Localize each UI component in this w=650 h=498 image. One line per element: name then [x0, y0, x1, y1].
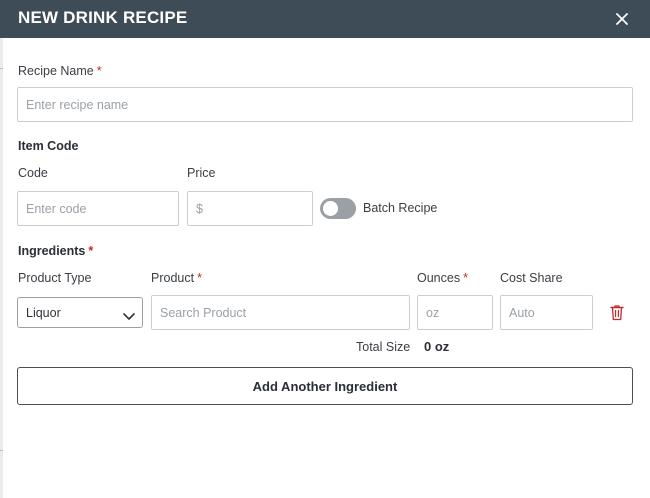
product-search-input[interactable] [151, 295, 410, 330]
total-size-value: 0 oz [424, 339, 450, 354]
close-icon[interactable] [612, 9, 632, 29]
new-drink-recipe-dialog: NEW DRINK RECIPE Recipe Name* Item Code … [0, 0, 650, 498]
code-input[interactable] [17, 191, 179, 226]
ounces-column-label: Ounces * [417, 271, 468, 285]
edge-divider [0, 68, 3, 69]
ingredients-heading: Ingredients * [18, 244, 93, 258]
product-column-label: Product * [151, 271, 202, 285]
ounces-input[interactable] [417, 295, 493, 330]
batch-recipe-toggle[interactable] [320, 198, 356, 219]
total-size-label: Total Size [356, 340, 411, 354]
required-mark: * [96, 64, 102, 78]
recipe-name-label: Recipe Name * [18, 64, 102, 78]
product-type-value: Liquor [26, 306, 61, 320]
chevron-down-icon [123, 308, 135, 326]
cost-share-column-label: Cost Share [500, 271, 563, 285]
product-column-label-text: Product [151, 271, 195, 285]
recipe-name-label-text: Recipe Name [18, 64, 94, 78]
required-mark: * [197, 271, 202, 285]
price-input[interactable] [187, 191, 313, 226]
cost-share-input[interactable] [500, 295, 593, 330]
dialog-header: NEW DRINK RECIPE [0, 0, 650, 38]
product-type-select[interactable]: Liquor [17, 297, 143, 328]
toggle-knob [323, 201, 338, 216]
add-ingredient-button[interactable]: Add Another Ingredient [17, 367, 633, 405]
price-label: Price [187, 166, 216, 180]
code-label: Code [18, 166, 48, 180]
dialog-title: NEW DRINK RECIPE [18, 8, 188, 27]
recipe-name-input[interactable] [17, 87, 633, 122]
batch-recipe-label: Batch Recipe [363, 201, 438, 215]
edge-divider [0, 450, 3, 451]
background-edge [0, 38, 3, 498]
ingredients-heading-text: Ingredients [18, 244, 86, 258]
ounces-column-label-text: Ounces [417, 271, 461, 285]
item-code-heading: Item Code [18, 139, 79, 153]
product-type-column-label: Product Type [18, 271, 92, 285]
required-mark: * [88, 244, 94, 258]
required-mark: * [463, 271, 468, 285]
trash-icon[interactable] [609, 304, 625, 321]
